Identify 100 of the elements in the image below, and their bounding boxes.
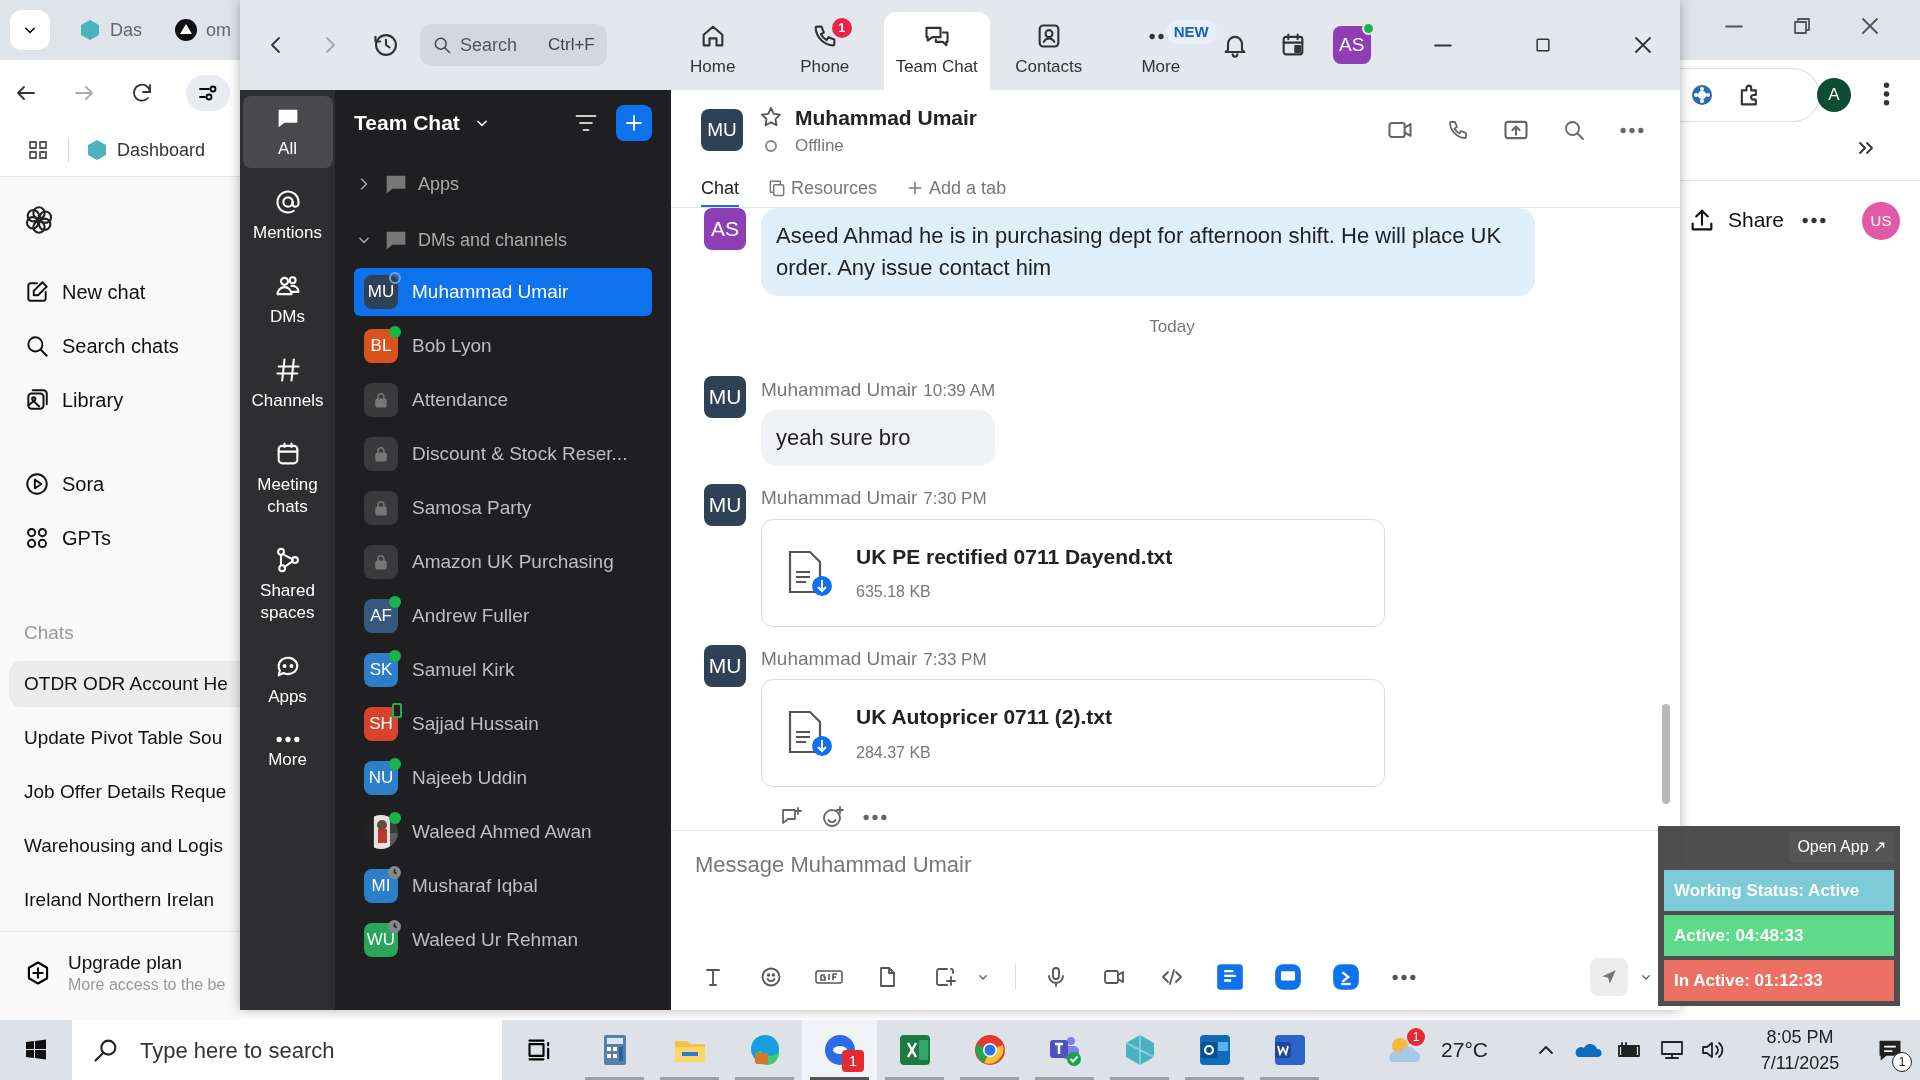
chat-history-item[interactable]: Warehousing and Logis bbox=[9, 823, 240, 869]
rail-item[interactable]: Apps bbox=[242, 644, 333, 716]
extension-icon[interactable] bbox=[1690, 83, 1714, 107]
video-app-button[interactable]: 1 bbox=[802, 1020, 877, 1080]
gif-icon bbox=[815, 969, 843, 985]
scrollbar-thumb[interactable] bbox=[1662, 704, 1670, 804]
chat-history-item[interactable]: Job Offer Details Reque bbox=[9, 769, 240, 815]
sidebar-item[interactable]: Search chats bbox=[24, 331, 179, 361]
send-button[interactable] bbox=[1590, 958, 1628, 996]
avatar: SK bbox=[364, 653, 398, 687]
nav-tab[interactable]: Home bbox=[659, 12, 766, 90]
hash-icon bbox=[273, 356, 302, 384]
conversation-name: Andrew Fuller bbox=[412, 603, 530, 628]
conversation-item[interactable]: BL Bob Lyon bbox=[354, 322, 652, 370]
more-icon bbox=[1802, 216, 1826, 224]
chat-app-icon bbox=[1274, 963, 1302, 991]
screenshot-icon bbox=[933, 965, 957, 989]
conversation-item[interactable]: MU Muhammad Umair bbox=[354, 268, 652, 316]
taskbar-search-field[interactable]: Type here to search bbox=[72, 1020, 502, 1080]
upgrade-plan-link[interactable]: Upgrade plan More access to the be bbox=[24, 951, 226, 995]
conversation-item[interactable]: SH Sajjad Hussain bbox=[354, 700, 652, 748]
phone-icon bbox=[1446, 118, 1470, 142]
sidebar-item[interactable]: GPTs bbox=[24, 523, 111, 553]
start-icon bbox=[24, 1038, 48, 1062]
open-app-button[interactable]: Open App ↗ bbox=[1789, 832, 1894, 862]
new-tag: NEW bbox=[1165, 20, 1217, 44]
sender-name: Muhammad Umair bbox=[761, 486, 918, 510]
conversation-item[interactable]: MI Musharaf Iqbal bbox=[354, 862, 652, 910]
conversation-item[interactable]: SK Samuel Kirk bbox=[354, 646, 652, 694]
history-icon bbox=[372, 31, 400, 59]
rail-item[interactable]: Meeting chats bbox=[242, 432, 333, 526]
list-title-dropdown[interactable]: Team Chat bbox=[354, 107, 492, 139]
rail-item[interactable]: Channels bbox=[242, 348, 333, 420]
nav-tab[interactable]: 1 Phone bbox=[771, 12, 878, 90]
browser-tab[interactable]: Das bbox=[70, 10, 150, 50]
search-input[interactable]: Type here to search bbox=[140, 1033, 500, 1067]
conversation-item[interactable]: Samosa Party bbox=[354, 484, 652, 532]
clock-button[interactable]: 8:05 PM 7/11/2025 bbox=[1740, 1020, 1860, 1080]
file-card[interactable]: UK PE rectified 0711 Dayend.txt 635.18 KB bbox=[761, 518, 1385, 627]
network-icon[interactable] bbox=[1658, 1038, 1686, 1062]
profile-avatar[interactable]: A bbox=[1817, 78, 1851, 112]
file-name: UK Autopricer 0711 (2).txt bbox=[856, 704, 1112, 731]
notification-center-button[interactable]: 1 bbox=[1860, 1020, 1920, 1080]
share-button[interactable]: Share bbox=[1680, 200, 1793, 240]
bookmark-link[interactable]: Dashboard bbox=[85, 136, 206, 164]
contact-avatar: MU bbox=[701, 109, 743, 151]
conversation-item[interactable]: Attendance bbox=[354, 376, 652, 424]
file-size: 284.37 KB bbox=[856, 742, 932, 763]
search-field[interactable]: Search Ctrl+F bbox=[420, 24, 607, 66]
new-chat-button[interactable] bbox=[616, 105, 652, 141]
sidebar-item[interactable]: New chat bbox=[24, 277, 146, 307]
section-toggle[interactable]: Apps bbox=[354, 156, 652, 212]
more-icon bbox=[275, 736, 300, 743]
message-input[interactable]: Message Muhammad Umair bbox=[695, 845, 1656, 885]
conversation-item[interactable]: Amazon UK Purchasing bbox=[354, 538, 652, 586]
chat-history-item[interactable]: Update Pivot Table Sou bbox=[9, 715, 240, 761]
edit-icon bbox=[24, 279, 50, 305]
file-card[interactable]: UK Autopricer 0711 (2).txt 284.37 KB bbox=[761, 679, 1385, 787]
conversation-item[interactable]: Discount & Stock Reser... bbox=[354, 430, 652, 478]
clips-app-icon bbox=[1332, 963, 1360, 991]
bookmark-icon bbox=[85, 138, 109, 162]
rail-item[interactable]: More bbox=[242, 728, 333, 779]
rail-item[interactable]: All bbox=[242, 96, 333, 168]
add-reaction-icon bbox=[821, 805, 845, 829]
sidebar-item[interactable]: Library bbox=[24, 385, 124, 415]
status-row: Active: 04:48:33 bbox=[1664, 915, 1894, 956]
conversation-item[interactable]: Waleed Ahmed Awan bbox=[354, 808, 652, 856]
conversation-name: Samuel Kirk bbox=[412, 657, 515, 682]
conversation-name: Amazon UK Purchasing bbox=[412, 549, 614, 574]
message-time: 7:33 PM bbox=[923, 648, 987, 671]
message-time: 10:39 AM bbox=[923, 379, 996, 402]
nav-tab[interactable]: Team Chat bbox=[883, 12, 990, 90]
profile-avatar[interactable]: AS bbox=[1332, 26, 1371, 64]
triangle-logo-icon bbox=[174, 18, 198, 42]
minimize-icon bbox=[1432, 42, 1453, 48]
conversation-item[interactable]: WU Waleed Ur Rehman bbox=[354, 916, 652, 964]
more-icon bbox=[863, 813, 887, 821]
chat-tab[interactable]: Add a tab bbox=[905, 171, 1007, 207]
section-toggle[interactable]: DMs and channels bbox=[354, 212, 652, 268]
nav-tab[interactable]: Contacts bbox=[995, 12, 1102, 90]
rail-item[interactable]: Shared spaces bbox=[242, 538, 333, 632]
chat-history-item[interactable]: Ireland Northern Irelan bbox=[9, 877, 240, 923]
images-icon bbox=[24, 387, 50, 413]
temperature[interactable]: 27°C bbox=[1441, 1034, 1488, 1066]
rail-item[interactable]: DMs bbox=[242, 264, 333, 336]
conversation-name: Bob Lyon bbox=[412, 333, 492, 358]
browser-tab[interactable]: om bbox=[166, 10, 239, 50]
offline-ring bbox=[389, 272, 401, 284]
search-input[interactable]: Search bbox=[460, 31, 540, 59]
conversation-name: Muhammad Umair bbox=[412, 279, 569, 304]
notes-app-icon bbox=[1216, 963, 1244, 991]
rail-item[interactable]: Mentions bbox=[242, 180, 333, 252]
conversation-item[interactable]: NU Najeeb Uddin bbox=[354, 754, 652, 802]
conversation-item[interactable]: AF Andrew Fuller bbox=[354, 592, 652, 640]
site-settings-button[interactable] bbox=[186, 75, 230, 111]
emoji-icon bbox=[759, 965, 783, 989]
nav-tab[interactable]: NEW More bbox=[1107, 12, 1214, 90]
sidebar-item[interactable]: Sora bbox=[24, 469, 105, 499]
chat-tab[interactable]: Resources bbox=[767, 171, 878, 207]
chat-history-item[interactable]: OTDR ODR Account He bbox=[9, 661, 240, 707]
